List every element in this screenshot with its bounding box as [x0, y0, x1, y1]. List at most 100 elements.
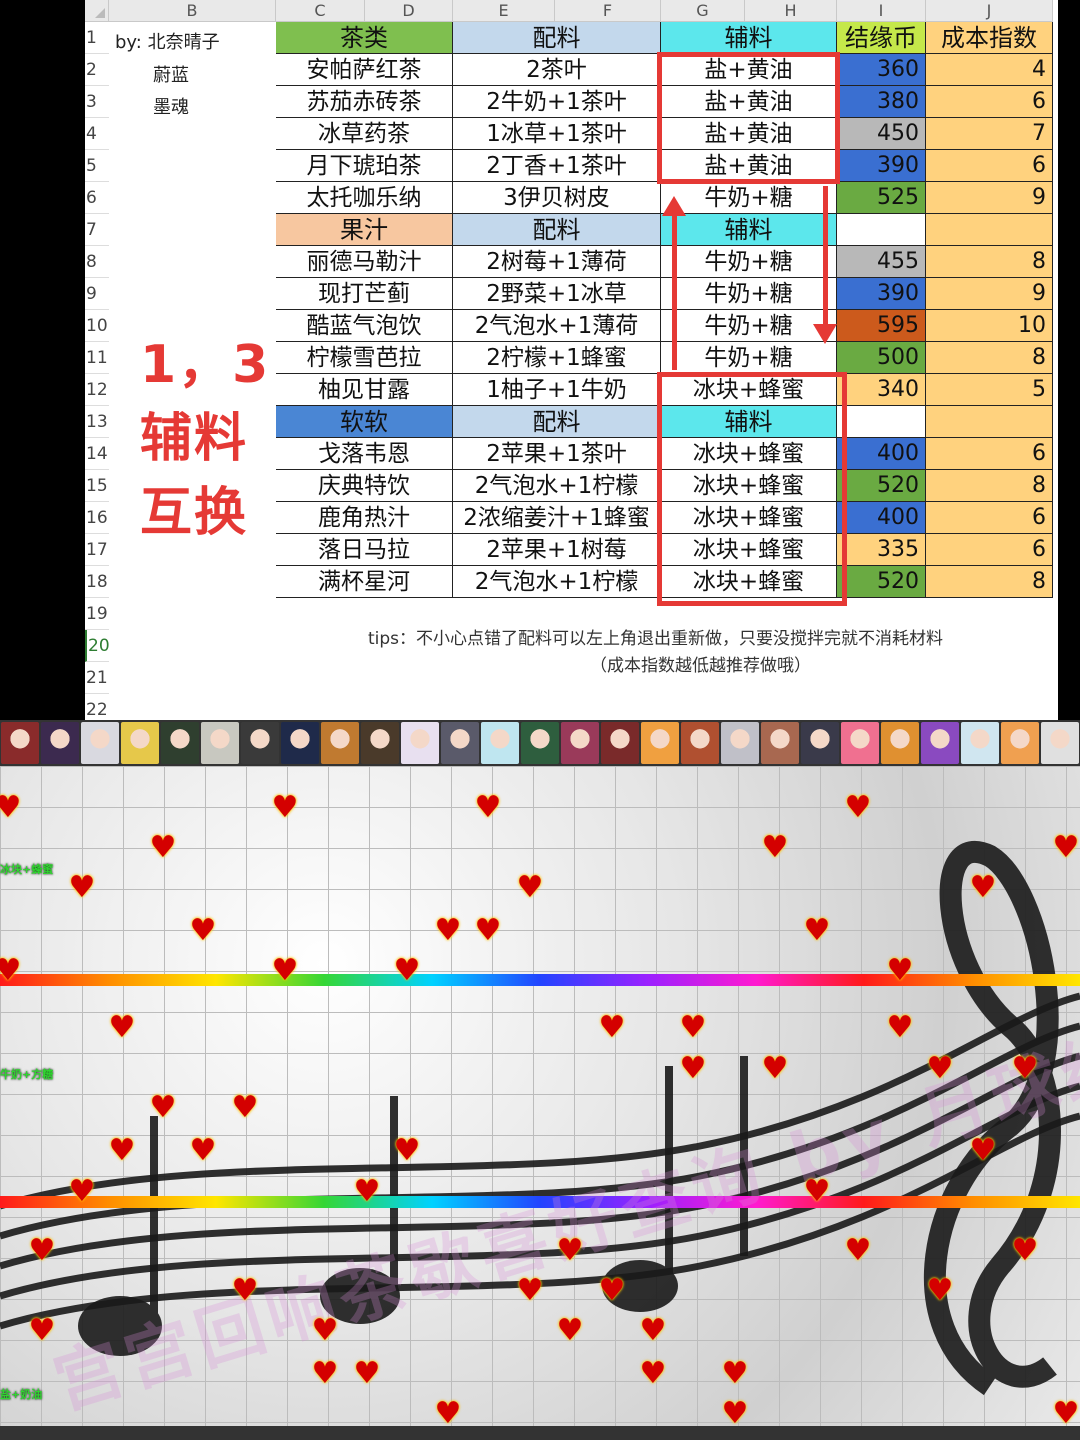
section-1-header-recipe[interactable]: 配料	[453, 22, 661, 54]
section-2-row-2-cost[interactable]: 9	[926, 278, 1053, 310]
section-3-header-name[interactable]: 软软	[276, 406, 453, 438]
character-portrait[interactable]	[81, 722, 119, 764]
character-portrait[interactable]	[841, 722, 879, 764]
section-1-row-5-coin[interactable]: 525	[837, 182, 926, 214]
heart-icon[interactable]: ♥	[802, 916, 832, 946]
section-2-row-2-aux[interactable]: 牛奶+糖	[661, 278, 837, 310]
character-portrait[interactable]	[961, 722, 999, 764]
section-2-row-1-cost[interactable]: 8	[926, 246, 1053, 278]
select-all-corner[interactable]	[85, 0, 109, 22]
section-3-row-2-name[interactable]: 庆典特饮	[276, 470, 453, 502]
section-3-row-5-name[interactable]: 满杯星河	[276, 566, 453, 598]
section-1-row-1-recipe[interactable]: 2茶叶	[453, 54, 661, 86]
section-1-header-coin[interactable]: 结缘币	[837, 22, 926, 54]
row-header-4[interactable]: 4	[85, 118, 109, 150]
heart-icon[interactable]: ♥	[107, 1136, 137, 1166]
heart-icon[interactable]: ♥	[107, 1013, 137, 1043]
section-3-row-2-cost[interactable]: 8	[926, 470, 1053, 502]
character-portrait[interactable]	[441, 722, 479, 764]
heart-icon[interactable]: ♥	[473, 916, 503, 946]
heart-icon[interactable]: ♥	[310, 1316, 340, 1346]
section-3-row-1-name[interactable]: 戈落韦恩	[276, 438, 453, 470]
character-portrait[interactable]	[881, 722, 919, 764]
heart-icon[interactable]: ♥	[925, 1276, 955, 1306]
character-portrait[interactable]	[561, 722, 599, 764]
section-3-row-5-cost[interactable]: 8	[926, 566, 1053, 598]
section-1-row-3-recipe[interactable]: 1冰草+1茶叶	[453, 118, 661, 150]
column-header-e[interactable]: E	[453, 0, 555, 22]
heart-icon[interactable]: ♥	[760, 1054, 790, 1084]
section-1-row-5-cost[interactable]: 9	[926, 182, 1053, 214]
section-2-row-3-coin[interactable]: 595	[837, 310, 926, 342]
row-header-15[interactable]: 15	[85, 470, 109, 502]
heart-icon[interactable]: ♥	[1051, 1399, 1080, 1429]
section-2-row-4-cost[interactable]: 8	[926, 342, 1053, 374]
section-1-row-1-coin[interactable]: 360	[837, 54, 926, 86]
row-header-5[interactable]: 5	[85, 150, 109, 182]
section-2-row-4-recipe[interactable]: 2柠檬+1蜂蜜	[453, 342, 661, 374]
heart-icon[interactable]: ♥	[720, 1399, 750, 1429]
row-header-18[interactable]: 18	[85, 566, 109, 598]
section-3-row-1-coin[interactable]: 400	[837, 438, 926, 470]
heart-icon[interactable]: ♥	[885, 1013, 915, 1043]
row-header-13[interactable]: 13	[85, 406, 109, 438]
section-3-header-cost[interactable]	[926, 406, 1053, 438]
row-header-8[interactable]: 8	[85, 246, 109, 278]
heart-icon[interactable]: ♥	[27, 1236, 57, 1266]
heart-icon[interactable]: ♥	[802, 1177, 832, 1207]
section-3-header-coin[interactable]	[837, 406, 926, 438]
heart-icon[interactable]: ♥	[392, 1136, 422, 1166]
heart-icon[interactable]: ♥	[968, 873, 998, 903]
character-portrait[interactable]	[721, 722, 759, 764]
heart-icon[interactable]: ♥	[678, 1013, 708, 1043]
row-header-19[interactable]: 19	[85, 598, 109, 630]
character-portrait[interactable]	[481, 722, 519, 764]
character-portrait[interactable]	[641, 722, 679, 764]
heart-icon[interactable]: ♥	[515, 873, 545, 903]
section-3-row-1-cost[interactable]: 6	[926, 438, 1053, 470]
section-1-row-5-aux[interactable]: 牛奶+糖	[661, 182, 837, 214]
column-header-g[interactable]: G	[661, 0, 745, 22]
heart-icon[interactable]: ♥	[270, 956, 300, 986]
section-1-header-name[interactable]: 茶类	[276, 22, 453, 54]
row-header-11[interactable]: 11	[85, 342, 109, 374]
heart-icon[interactable]: ♥	[555, 1316, 585, 1346]
character-portrait[interactable]	[761, 722, 799, 764]
section-2-row-5-name[interactable]: 柚见甘露	[276, 374, 453, 406]
character-portrait[interactable]	[1, 722, 39, 764]
section-2-header-coin[interactable]	[837, 214, 926, 246]
row-header-2[interactable]: 2	[85, 54, 109, 86]
heart-icon[interactable]: ♥	[720, 1359, 750, 1389]
section-3-row-1-recipe[interactable]: 2苹果+1茶叶	[453, 438, 661, 470]
section-2-row-2-name[interactable]: 现打芒蓟	[276, 278, 453, 310]
column-header-b[interactable]: B	[109, 0, 276, 22]
section-1-row-4-name[interactable]: 月下琥珀茶	[276, 150, 453, 182]
column-header-h[interactable]: H	[745, 0, 837, 22]
section-1-row-3-coin[interactable]: 450	[837, 118, 926, 150]
section-2-row-4-coin[interactable]: 500	[837, 342, 926, 374]
row-header-3[interactable]: 3	[85, 86, 109, 118]
heart-icon[interactable]: ♥	[638, 1316, 668, 1346]
heart-icon[interactable]: ♥	[597, 1013, 627, 1043]
section-1-row-5-name[interactable]: 太托咖乐纳	[276, 182, 453, 214]
column-header-j[interactable]: J	[926, 0, 1053, 22]
heart-icon[interactable]: ♥	[188, 916, 218, 946]
row-header-16[interactable]: 16	[85, 502, 109, 534]
heart-icon[interactable]: ♥	[968, 1136, 998, 1166]
section-1-row-4-recipe[interactable]: 2丁香+1茶叶	[453, 150, 661, 182]
row-header-17[interactable]: 17	[85, 534, 109, 566]
heart-icon[interactable]: ♥	[843, 1236, 873, 1266]
heart-icon[interactable]: ♥	[352, 1177, 382, 1207]
heart-icon[interactable]: ♥	[760, 833, 790, 863]
section-2-row-1-recipe[interactable]: 2树莓+1薄荷	[453, 246, 661, 278]
heart-icon[interactable]: ♥	[1051, 833, 1080, 863]
heart-icon[interactable]: ♥	[67, 1177, 97, 1207]
section-2-row-3-recipe[interactable]: 2气泡水+1薄荷	[453, 310, 661, 342]
section-3-row-3-cost[interactable]: 6	[926, 502, 1053, 534]
row-header-14[interactable]: 14	[85, 438, 109, 470]
section-1-row-2-name[interactable]: 苏茄赤砖茶	[276, 86, 453, 118]
column-header-i[interactable]: I	[837, 0, 926, 22]
heart-icon[interactable]: ♥	[473, 793, 503, 823]
row-header-10[interactable]: 10	[85, 310, 109, 342]
section-2-header-recipe[interactable]: 配料	[453, 214, 661, 246]
